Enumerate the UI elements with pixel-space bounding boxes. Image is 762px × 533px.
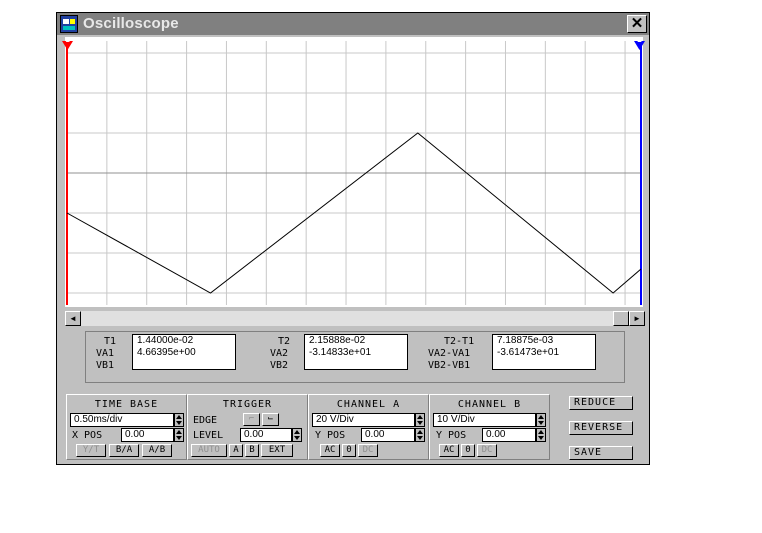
level-label: LEVEL (193, 430, 224, 441)
time-base-field[interactable]: 0.50ms/div (70, 413, 174, 427)
delta-t-label: T2-T1 (444, 336, 475, 347)
delta-value-box: 7.18875e-03 -3.61473e+01 (492, 334, 596, 370)
channel-b-panel: CHANNEL B 10 V/Div Y POS 0.00 AC 0 DC (429, 394, 550, 460)
channel-a-ypos-label: Y POS (315, 430, 346, 441)
channel-a-title: CHANNEL A (336, 399, 401, 410)
save-button[interactable]: SAVE (569, 446, 633, 460)
channel-b-ypos-label: Y POS (436, 430, 467, 441)
time-base-title: TIME BASE (94, 399, 159, 410)
oscilloscope-screen: 1 2 (62, 36, 645, 307)
trigger-panel: TRIGGER EDGE ⌐ ⌙ LEVEL 0.00 AUTO A B EXT (187, 394, 308, 460)
cursor-2-label: 2 (637, 36, 642, 44)
delta-va-label: VA2-VA1 (428, 348, 471, 359)
falling-edge-button[interactable]: ⌙ (262, 413, 279, 426)
channel-b-scale-field[interactable]: 10 V/Div (433, 413, 536, 427)
channel-a-scale-spinner[interactable] (415, 413, 425, 427)
channel-b-scale-spinner[interactable] (536, 413, 546, 427)
t2-label: T2 (278, 336, 291, 347)
t1-value-box: 1.44000e-02 4.66395e+00 (132, 334, 236, 370)
trigger-a-button[interactable]: A (229, 444, 243, 457)
channel-b-ac-button[interactable]: AC (439, 444, 459, 457)
cursor-2-marker[interactable]: 2 (634, 36, 645, 50)
channel-a-zero-button[interactable]: 0 (342, 444, 356, 457)
scroll-thumb[interactable] (613, 311, 629, 326)
reverse-button[interactable]: REVERSE (569, 421, 633, 435)
cursor-1-marker[interactable]: 1 (62, 36, 73, 50)
time-base-panel: TIME BASE 0.50ms/div X POS 0.00 Y/T B/A … (66, 394, 187, 460)
channel-b-title: CHANNEL B (457, 399, 522, 410)
channel-a-ypos-field[interactable]: 0.00 (361, 428, 415, 442)
channel-a-ac-button[interactable]: AC (320, 444, 340, 457)
t1-value: 1.44000e-02 (137, 335, 194, 346)
vb2-label: VB2 (270, 360, 289, 371)
yt-button[interactable]: Y/T (76, 444, 106, 457)
t2-value: 2.15888e-02 (309, 335, 366, 346)
title-bar[interactable]: Oscilloscope ✕ (57, 13, 649, 35)
close-button[interactable]: ✕ (627, 15, 647, 33)
va1-label: VA1 (96, 348, 115, 359)
ab-button[interactable]: A/B (142, 444, 172, 457)
scroll-left-button[interactable]: ◄ (65, 311, 81, 326)
trigger-b-button[interactable]: B (245, 444, 259, 457)
edge-label: EDGE (193, 415, 218, 426)
x-pos-spinner[interactable] (174, 428, 184, 442)
horizontal-scrollbar[interactable]: ◄ ► (65, 311, 645, 327)
cursor-1-label: 1 (65, 36, 70, 44)
trigger-ext-button[interactable]: EXT (261, 444, 293, 457)
ba-button[interactable]: B/A (109, 444, 139, 457)
oscilloscope-window: Oscilloscope ✕ 1 2 ◄ ► T1 VA1 VB1 1.4400… (56, 12, 650, 465)
channel-a-ypos-spinner[interactable] (415, 428, 425, 442)
channel-b-ypos-spinner[interactable] (536, 428, 546, 442)
va2-value: -3.14833e+01 (309, 347, 372, 358)
rising-edge-button[interactable]: ⌐ (243, 413, 260, 426)
delta-t-value: 7.18875e-03 (497, 335, 554, 346)
channel-b-dc-button[interactable]: DC (477, 444, 497, 457)
channel-a-dc-button[interactable]: DC (358, 444, 378, 457)
level-spinner[interactable] (292, 428, 302, 442)
oscilloscope-icon (60, 15, 78, 33)
reduce-button[interactable]: REDUCE (569, 396, 633, 410)
channel-b-ypos-field[interactable]: 0.00 (482, 428, 536, 442)
t2-value-box: 2.15888e-02 -3.14833e+01 (304, 334, 408, 370)
trigger-title: TRIGGER (222, 399, 273, 410)
delta-vb-label: VB2-VB1 (428, 360, 471, 371)
va2-label: VA2 (270, 348, 289, 359)
t1-label: T1 (104, 336, 117, 347)
level-field[interactable]: 0.00 (240, 428, 292, 442)
scroll-track[interactable] (81, 311, 613, 326)
x-pos-label: X POS (72, 430, 103, 441)
auto-trigger-button[interactable]: AUTO (191, 444, 227, 457)
x-pos-field[interactable]: 0.00 (121, 428, 174, 442)
cursor-readout-panel: T1 VA1 VB1 1.44000e-02 4.66395e+00 T2 VA… (85, 331, 625, 383)
time-base-spinner[interactable] (174, 413, 184, 427)
va1-value: 4.66395e+00 (137, 347, 196, 358)
channel-a-panel: CHANNEL A 20 V/Div Y POS 0.00 AC 0 DC (308, 394, 429, 460)
channel-a-scale-field[interactable]: 20 V/Div (312, 413, 415, 427)
window-title: Oscilloscope (83, 15, 179, 32)
scroll-right-button[interactable]: ► (629, 311, 645, 326)
channel-b-zero-button[interactable]: 0 (461, 444, 475, 457)
delta-va-value: -3.61473e+01 (497, 347, 560, 358)
waveform-display (66, 41, 642, 305)
vb1-label: VB1 (96, 360, 115, 371)
